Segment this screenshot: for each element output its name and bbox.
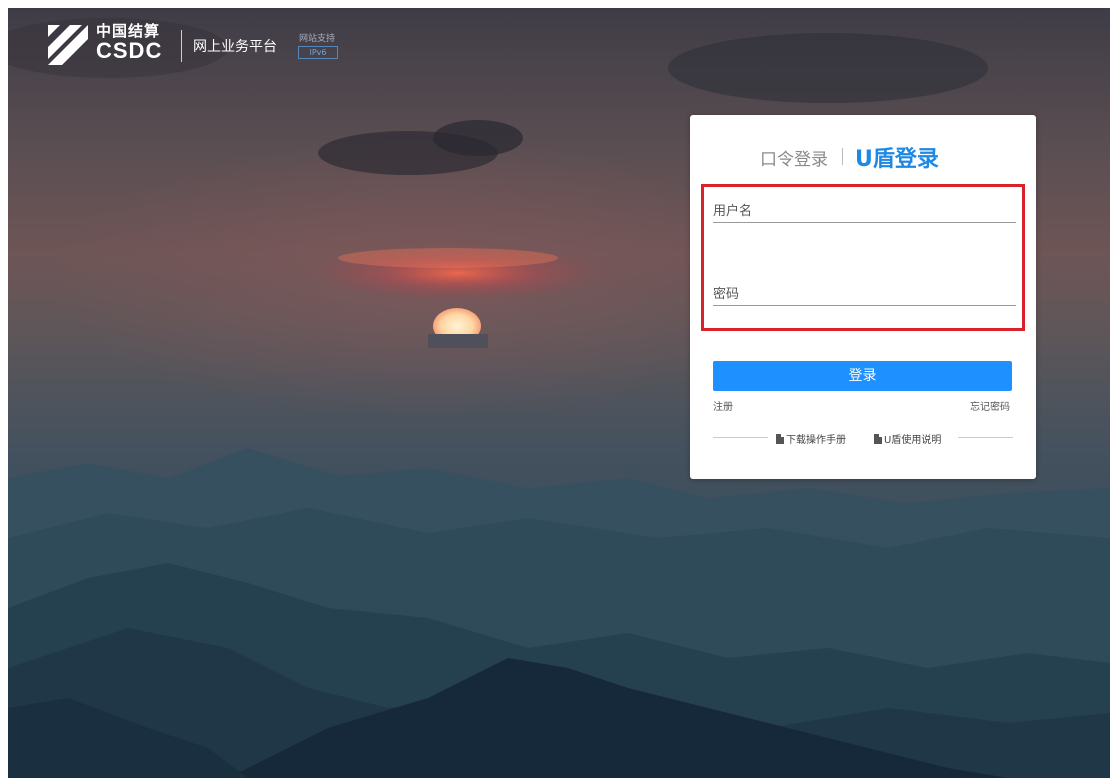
download-manual-label: 下载操作手册 xyxy=(786,435,846,446)
site-support-label: 网站支持 xyxy=(299,34,336,44)
document-icon xyxy=(874,434,882,444)
logo-en-text: CSDC xyxy=(96,38,163,63)
ukey-guide-link[interactable]: U盾使用说明 xyxy=(874,431,941,446)
tab-separator xyxy=(842,148,843,165)
username-field xyxy=(713,200,1016,223)
csdc-logo-icon xyxy=(48,25,88,65)
forgot-password-link[interactable]: 忘记密码 xyxy=(970,398,1010,413)
login-page: 中国结算 CSDC 网上业务平台 网站支持 IPv6 口令登录 U盾登录 登录 … xyxy=(0,0,1110,778)
ukey-guide-label: U盾使用说明 xyxy=(884,435,942,446)
header-divider xyxy=(181,30,182,62)
download-manual-link[interactable]: 下载操作手册 xyxy=(776,431,846,446)
logo-wordmark: 中国结算 CSDC xyxy=(96,24,162,62)
password-field xyxy=(713,283,1016,306)
logo-cn-text: 中国结算 xyxy=(96,22,161,40)
tab-ukey-login[interactable]: U盾登录 xyxy=(855,141,939,173)
document-icon xyxy=(776,434,784,444)
footer-divider-left xyxy=(713,437,768,438)
password-input[interactable] xyxy=(713,284,1016,305)
platform-title: 网上业务平台 xyxy=(193,39,277,55)
register-link[interactable]: 注册 xyxy=(713,398,733,413)
username-input[interactable] xyxy=(713,201,1016,222)
ipv6-badge: IPv6 xyxy=(298,46,338,59)
footer-divider-right xyxy=(958,437,1013,438)
tab-password-login[interactable]: 口令登录 xyxy=(760,145,828,170)
login-button[interactable]: 登录 xyxy=(713,361,1012,391)
